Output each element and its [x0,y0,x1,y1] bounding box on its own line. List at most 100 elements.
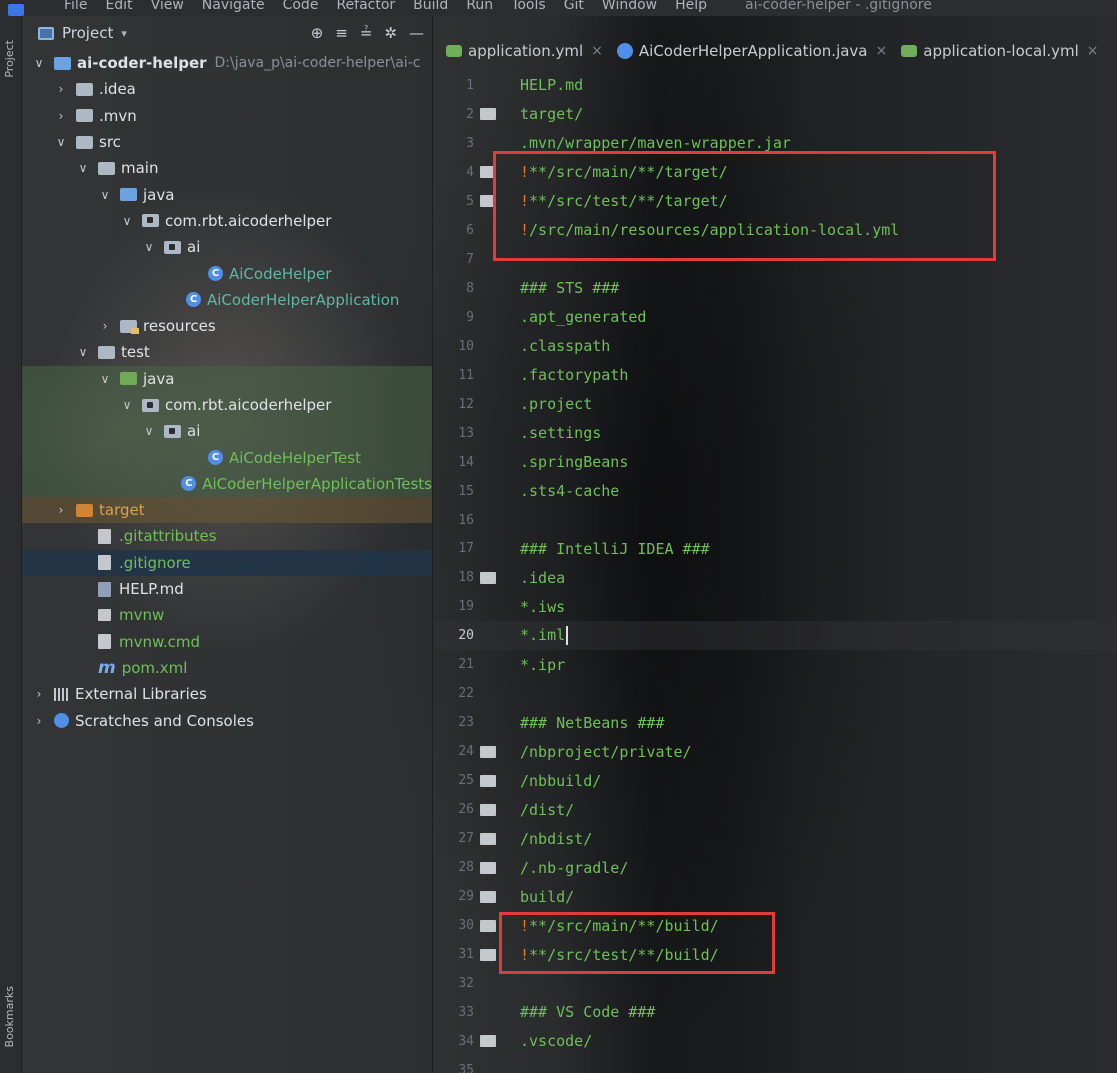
project-tool-window-button[interactable]: Project [3,40,16,78]
chevron-right-icon[interactable]: › [54,503,68,517]
gear-icon[interactable]: ✲ [384,24,397,42]
code-line[interactable]: 15 .sts4-cache [434,477,1117,506]
tree-item[interactable]: ∨ ai [22,418,432,445]
menu-item-view[interactable]: View [151,0,184,12]
chevron-down-icon[interactable]: ∨ [142,240,156,254]
chevron-right-icon[interactable]: › [32,687,46,701]
code-line[interactable]: 18 .idea [434,563,1117,592]
code-line[interactable]: 23 ### NetBeans ### [434,708,1117,737]
editor-tab[interactable]: application-local.yml × [901,42,1099,60]
code-line[interactable]: 28 /.nb-gradle/ [434,853,1117,882]
code-line[interactable]: 32 [434,969,1117,998]
code-line[interactable]: 31 !**/src/test/**/build/ [434,940,1117,969]
tree-item[interactable]: ∨ ai [22,234,432,260]
tree-item[interactable]: HELP.md [22,576,432,602]
code-line[interactable]: 10 .classpath [434,332,1117,361]
menu-item-code[interactable]: Code [283,0,319,12]
code-line[interactable]: 34 .vscode/ [434,1027,1117,1056]
code-line[interactable]: 4 !**/src/main/**/target/ [434,158,1117,187]
code-line[interactable]: 1 HELP.md [434,71,1117,100]
tree-item[interactable]: ∨ java [22,181,432,207]
code-line[interactable]: 8 ### STS ### [434,274,1117,303]
tree-item[interactable]: › .idea [22,76,432,102]
code-line[interactable]: 33 ### VS Code ### [434,998,1117,1027]
code-line[interactable]: 13 .settings [434,419,1117,448]
tree-item[interactable]: ∨ ai-coder-helper D:\java_p\ai-coder-helpe… [22,50,432,76]
tree-item[interactable]: mvnw [22,602,432,628]
tree-item[interactable]: mvnw.cmd [22,629,432,655]
code-line[interactable]: 20 *.iml [434,621,1117,651]
tree-item[interactable]: m pom.xml [22,655,432,681]
tree-item[interactable]: › .mvn [22,103,432,129]
code-line[interactable]: 17 ### IntelliJ IDEA ### [434,535,1117,564]
chevron-right-icon[interactable]: › [54,109,68,123]
chevron-down-icon[interactable]: ∨ [120,214,134,228]
code-line[interactable]: 24/nbproject/private/ [434,737,1117,766]
menu-item-navigate[interactable]: Navigate [202,0,265,12]
menu-item-help[interactable]: Help [675,0,707,12]
tree-item[interactable]: › resources [22,313,432,339]
tree-item[interactable]: ∨ java [22,365,432,392]
code-line[interactable]: 22 [434,679,1117,708]
chevron-down-icon[interactable]: ∨ [98,372,112,386]
editor-tab[interactable]: application.yml × [446,42,603,60]
code-line[interactable]: 29 build/ [434,882,1117,911]
code-line[interactable]: 5 !**/src/test/**/target/ [434,187,1117,216]
tree-item[interactable]: ∨ src [22,129,432,155]
chevron-down-icon[interactable]: ∨ [32,56,46,70]
tree-item[interactable]: .gitignore [22,549,432,576]
chevron-right-icon[interactable]: › [98,319,112,333]
chevron-right-icon[interactable]: › [54,82,68,96]
project-view-selector[interactable]: Project [62,24,113,42]
code-line[interactable]: 14 .springBeans [434,448,1117,477]
code-line[interactable]: 12 .project [434,390,1117,419]
code-line[interactable]: 16 [434,506,1117,535]
tree-item[interactable]: › Scratches and Consoles [22,707,432,733]
chevron-down-icon[interactable]: ▾ [121,27,127,40]
menu-item-file[interactable]: File [64,0,87,12]
editor-tab[interactable]: AiCoderHelperApplication.java × [616,42,887,60]
menu-item-run[interactable]: Run [466,0,493,12]
code-line[interactable]: 27/nbdist/ [434,824,1117,853]
tree-item[interactable]: C AiCodeHelper [22,260,432,286]
tree-item[interactable]: ∨ com.rbt.aicoderhelper [22,208,432,234]
hide-icon[interactable]: — [409,24,424,42]
chevron-down-icon[interactable]: ∨ [120,398,134,412]
tree-item[interactable]: C AiCoderHelperApplicationTests [22,470,432,498]
code-line[interactable]: 9 .apt_generated [434,303,1117,332]
code-line[interactable]: 25/nbbuild/ [434,766,1117,795]
tree-item[interactable]: C AiCoderHelperApplication [22,287,432,313]
code-line[interactable]: 30 !**/src/main/**/build/ [434,911,1117,940]
tree-item[interactable]: .gitattributes [22,523,432,549]
code-editor[interactable]: 1 HELP.md 2 target/3 .mvn/wrapper/maven-wrap… [434,71,1117,1073]
tree-item[interactable]: ∨ main [22,155,432,181]
menu-item-refactor[interactable]: Refactor [336,0,395,12]
menu-item-window[interactable]: Window [602,0,657,12]
chevron-down-icon[interactable]: ∨ [76,345,90,359]
menu-item-build[interactable]: Build [413,0,448,12]
locate-icon[interactable]: ⊕ [311,24,324,42]
code-line[interactable]: 6 !/src/main/resources/application-local.… [434,216,1117,245]
code-line[interactable]: 35 [434,1056,1117,1073]
tree-item[interactable]: ∨ com.rbt.aicoderhelper [22,391,432,419]
code-line[interactable]: 21 *.ipr [434,650,1117,679]
chevron-right-icon[interactable]: › [32,714,46,728]
menu-item-edit[interactable]: Edit [105,0,132,12]
chevron-down-icon[interactable]: ∨ [54,135,68,149]
tree-item[interactable]: › target [22,497,432,524]
tree-item[interactable]: C AiCodeHelperTest [22,444,432,471]
collapse-all-icon[interactable]: ≟ [360,24,373,42]
chevron-down-icon[interactable]: ∨ [98,188,112,202]
chevron-down-icon[interactable]: ∨ [142,424,156,438]
tree-item[interactable]: › External Libraries [22,681,432,707]
menu-item-tools[interactable]: Tools [511,0,546,12]
code-line[interactable]: 19 *.iws [434,592,1117,621]
expand-all-icon[interactable]: ≡ [335,24,348,42]
code-line[interactable]: 2 target/ [434,100,1117,129]
bookmarks-tool-window-button[interactable]: Bookmarks [3,986,16,1047]
tree-item[interactable]: ∨ test [22,339,432,365]
close-icon[interactable]: × [1087,43,1099,59]
menu-item-git[interactable]: Git [564,0,584,12]
code-line[interactable]: 3 .mvn/wrapper/maven-wrapper.jar [434,129,1117,158]
code-line[interactable]: 7 [434,245,1117,274]
